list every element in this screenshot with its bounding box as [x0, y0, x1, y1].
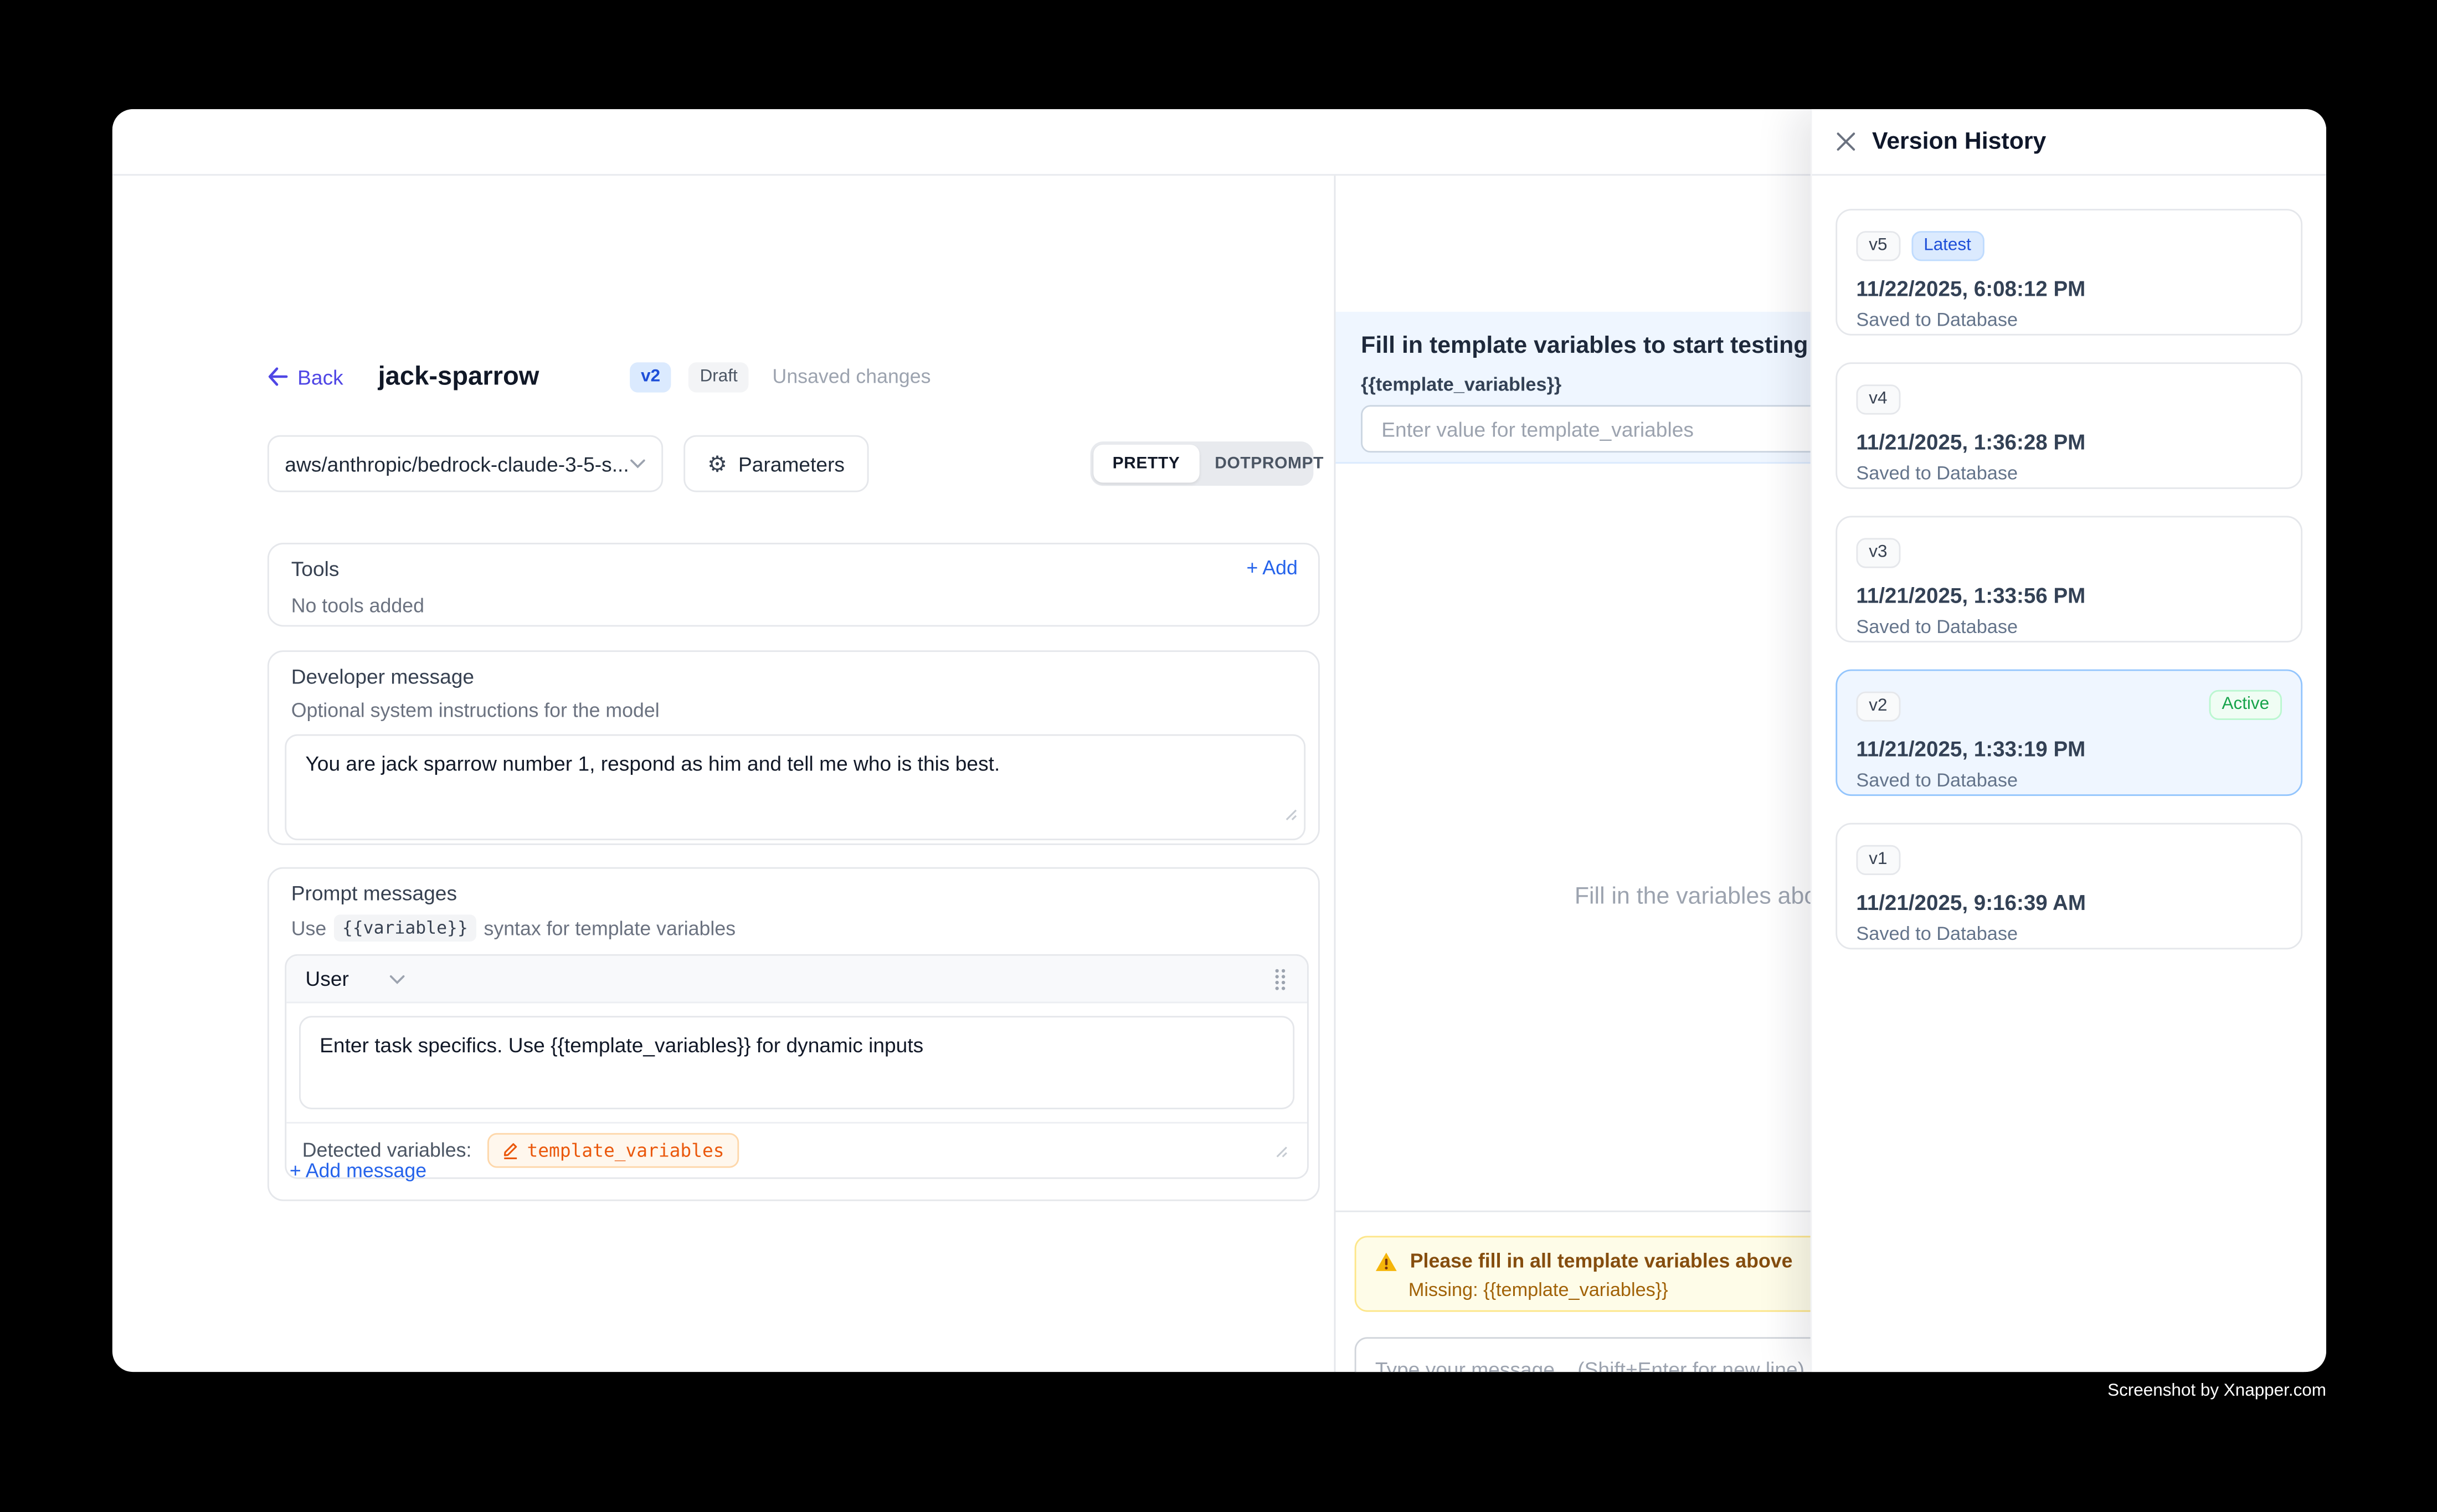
- add-message-label: Add message: [306, 1160, 426, 1182]
- version-number-badge: v3: [1856, 538, 1900, 568]
- version-card-v5[interactable]: v5 Latest 11/22/2025, 6:08:12 PM Saved to D…: [1836, 209, 2302, 336]
- version-number-badge: v4: [1856, 384, 1900, 414]
- warning-title: Please fill in all template variables ab…: [1410, 1250, 1793, 1272]
- tools-title: Tools: [291, 557, 1296, 581]
- close-panel-button[interactable]: [1836, 131, 1856, 152]
- latest-badge: Latest: [1911, 231, 1983, 261]
- active-badge: Active: [2209, 690, 2282, 720]
- version-timestamp: 11/21/2025, 1:36:28 PM: [1856, 430, 2282, 454]
- version-note: Saved to Database: [1856, 308, 2282, 331]
- add-tool-label: Add: [1262, 557, 1298, 579]
- header-badges: v2 Draft Unsaved changes: [630, 343, 930, 410]
- detected-variables-label: Detected variables:: [302, 1139, 472, 1161]
- model-select-value: aws/anthropic/bedrock-claude-3-5-s...: [285, 452, 630, 476]
- chevron-down-icon: [630, 459, 646, 469]
- model-select[interactable]: aws/anthropic/bedrock-claude-3-5-s...: [268, 435, 663, 492]
- detected-variables-row: Detected variables: template_variables: [286, 1122, 1307, 1177]
- message-role-row: User: [286, 956, 1307, 1004]
- close-icon: [1836, 131, 1856, 152]
- drag-handle-icon[interactable]: [1272, 966, 1288, 991]
- unsaved-changes-label: Unsaved changes: [773, 366, 931, 388]
- version-timestamp: 11/21/2025, 1:33:56 PM: [1856, 584, 2282, 608]
- message-block: User Enter task specifics. Us: [285, 954, 1309, 1179]
- parameters-button[interactable]: ⚙ Parameters: [683, 435, 868, 492]
- version-card-v1[interactable]: v1 11/21/2025, 9:16:39 AM Saved to Databas…: [1836, 823, 2302, 950]
- version-badge: v2: [630, 362, 671, 392]
- version-history-header: Version History: [1812, 109, 2326, 176]
- role-select[interactable]: User: [305, 967, 348, 991]
- version-note: Saved to Database: [1856, 769, 2282, 791]
- draft-badge: Draft: [689, 362, 749, 392]
- syntax-hint-suffix: syntax for template variables: [484, 917, 736, 939]
- message-content-input[interactable]: Enter task specifics. Use {{template_var…: [299, 1016, 1294, 1109]
- page-header: Back jack-sparrow: [268, 343, 539, 410]
- developer-message-card: Developer message Optional system instru…: [268, 650, 1320, 845]
- version-list: v5 Latest 11/22/2025, 6:08:12 PM Saved to D…: [1812, 176, 2326, 983]
- edit-pencil-icon: [502, 1141, 519, 1160]
- format-toggle: PRETTY DOTPROMPT: [1091, 441, 1314, 486]
- add-tool-button[interactable]: + Add: [1246, 557, 1297, 579]
- version-number-badge: v5: [1856, 231, 1900, 261]
- prompt-messages-title: Prompt messages: [291, 881, 1303, 905]
- developer-message-subtitle: Optional system instructions for the mod…: [291, 700, 1303, 722]
- developer-message-input[interactable]: You are jack sparrow number 1, respond a…: [285, 734, 1305, 840]
- version-number-badge: v2: [1856, 692, 1900, 722]
- message-body: Enter task specifics. Use {{template_var…: [286, 1003, 1307, 1122]
- syntax-hint-prefix: Use: [291, 917, 327, 939]
- variable-syntax-chip: {{variable}}: [335, 914, 476, 942]
- prompt-messages-card: Prompt messages Use {{variable}} syntax …: [268, 867, 1320, 1201]
- resize-handle-icon[interactable]: [1285, 809, 1298, 821]
- developer-message-title: Developer message: [291, 665, 1303, 688]
- resize-handle-icon[interactable]: [1276, 1146, 1288, 1159]
- detected-variable-chip[interactable]: template_variables: [487, 1133, 738, 1168]
- watermark-text: Screenshot by Xnapper.com: [2107, 1381, 2326, 1400]
- warning-triangle-icon: [1375, 1251, 1397, 1272]
- version-timestamp: 11/21/2025, 9:16:39 AM: [1856, 891, 2282, 915]
- version-card-v2[interactable]: v2 Active 11/21/2025, 1:33:19 PM Saved to D…: [1836, 670, 2302, 796]
- version-card-v4[interactable]: v4 11/21/2025, 1:36:28 PM Saved to Databas…: [1836, 362, 2302, 489]
- app-window: Back jack-sparrow v2 Draft Unsaved chang…: [112, 109, 2326, 1372]
- add-message-button[interactable]: + Add message: [290, 1160, 426, 1182]
- back-label: Back: [297, 365, 343, 389]
- tools-card: Tools + Add No tools added: [268, 543, 1320, 626]
- version-timestamp: 11/21/2025, 1:33:19 PM: [1856, 737, 2282, 761]
- chevron-down-icon: [390, 974, 406, 984]
- screenshot-stage: Back jack-sparrow v2 Draft Unsaved chang…: [0, 0, 2437, 1512]
- gear-icon: ⚙: [707, 452, 727, 475]
- version-number-badge: v1: [1856, 845, 1900, 875]
- page-title: jack-sparrow: [378, 362, 539, 392]
- detected-variable-name: template_variables: [527, 1139, 724, 1161]
- version-note: Saved to Database: [1856, 615, 2282, 637]
- toggle-dotprompt[interactable]: DOTPROMPT: [1199, 445, 1340, 483]
- back-arrow-icon: [268, 367, 288, 386]
- version-note: Saved to Database: [1856, 923, 2282, 945]
- version-card-v3[interactable]: v3 11/21/2025, 1:33:56 PM Saved to Databas…: [1836, 516, 2302, 642]
- back-button[interactable]: Back: [268, 365, 343, 389]
- prompt-syntax-hint: Use {{variable}} syntax for template var…: [291, 914, 1303, 942]
- version-history-title: Version History: [1872, 128, 2046, 155]
- toggle-pretty[interactable]: PRETTY: [1093, 445, 1199, 483]
- version-timestamp: 11/22/2025, 6:08:12 PM: [1856, 277, 2282, 301]
- parameters-label: Parameters: [738, 452, 845, 476]
- version-history-panel: Version History v5 Latest 11/22/2025, 6:08…: [1811, 109, 2326, 1372]
- tools-empty-text: No tools added: [291, 595, 1296, 617]
- version-note: Saved to Database: [1856, 462, 2282, 484]
